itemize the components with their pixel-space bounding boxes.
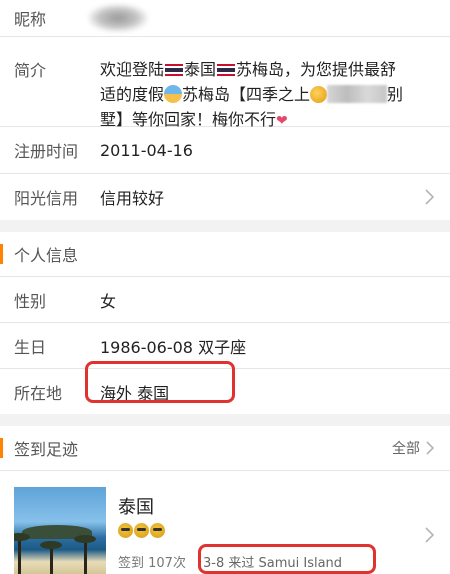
place-thumbnail bbox=[14, 487, 106, 574]
blurred-nickname bbox=[88, 4, 148, 32]
birthday-value: 1986-06-08 双子座 bbox=[100, 337, 247, 357]
accent-bar bbox=[0, 438, 3, 458]
registration-label: 注册时间 bbox=[14, 142, 79, 161]
personal-info-card: 个人信息 性别 女 生日 1986-06-08 双子座 所在地 海外 泰国 bbox=[0, 232, 450, 414]
checkin-card: 签到足迹 全部 泰国 签到 107次 3-8 来过 Samui Island bbox=[0, 426, 450, 574]
intro-text: 欢迎登陆 泰国 苏梅岛，为您提供最舒 适的度假 苏梅岛【四季之上别 墅】等你回家！梅你… bbox=[100, 57, 436, 134]
intro-text-part: 泰国 bbox=[184, 60, 217, 79]
location-row: 所在地 海外 泰国 bbox=[0, 361, 450, 414]
highlight-box bbox=[85, 361, 235, 403]
registration-row: 注册时间 2011-04-16 bbox=[0, 127, 450, 174]
emoji-faces bbox=[118, 523, 165, 538]
thailand-flag-icon bbox=[165, 64, 184, 76]
palm-leaf bbox=[40, 541, 62, 549]
chevron-right-icon bbox=[425, 527, 434, 543]
credit-row[interactable]: 阳光信用 信用较好 bbox=[0, 174, 450, 220]
chevron-right-icon bbox=[426, 441, 434, 455]
nickname-row: 昵称 bbox=[0, 0, 450, 37]
checkin-count: 签到 107次 bbox=[118, 556, 186, 571]
cool-face-icon bbox=[134, 523, 149, 538]
palm-leaf bbox=[74, 535, 96, 543]
checkin-item[interactable]: 泰国 签到 107次 3-8 来过 Samui Island bbox=[0, 471, 450, 574]
section-gap bbox=[0, 220, 450, 232]
view-all-link[interactable]: 全部 bbox=[392, 438, 420, 458]
credit-value: 信用较好 bbox=[100, 189, 165, 208]
cool-face-icon bbox=[150, 523, 165, 538]
intro-text-part: 别 bbox=[387, 85, 404, 104]
beach-ball-icon bbox=[164, 85, 183, 103]
palm-leaf bbox=[14, 533, 30, 541]
checkin-header[interactable]: 签到足迹 全部 bbox=[0, 426, 450, 471]
registration-date: 2011-04-16 bbox=[100, 140, 193, 160]
palm-trunk bbox=[50, 545, 53, 574]
gender-row: 性别 女 bbox=[0, 277, 450, 323]
personal-info-header: 个人信息 bbox=[0, 232, 450, 277]
gender-value: 女 bbox=[100, 291, 117, 311]
palm-trunk bbox=[84, 539, 87, 574]
section-gap bbox=[0, 414, 450, 426]
chevron-right-icon bbox=[425, 189, 434, 205]
accent-bar bbox=[0, 244, 3, 264]
intro-text-part: 苏梅岛，为您提供最舒 bbox=[236, 60, 397, 79]
intro-text-part: 适的度假 bbox=[100, 85, 165, 104]
thailand-flag-icon bbox=[217, 64, 236, 76]
section-title: 个人信息 bbox=[14, 246, 79, 265]
highlight-box bbox=[198, 544, 376, 574]
section-title: 签到足迹 bbox=[14, 440, 79, 459]
birthday-label: 生日 bbox=[14, 337, 47, 357]
gender-label: 性别 bbox=[14, 291, 47, 311]
gold-coin-icon bbox=[310, 86, 328, 103]
credit-label: 阳光信用 bbox=[14, 189, 79, 208]
intro-text-part: 苏梅岛【四季之上 bbox=[182, 85, 311, 104]
mosaic-redaction bbox=[327, 85, 388, 103]
place-name: 泰国 bbox=[118, 497, 154, 518]
profile-card: 昵称 简介 欢迎登陆 泰国 苏梅岛，为您提供最舒 适的度假 苏梅岛【四季之上别 墅】等… bbox=[0, 0, 450, 220]
palm-trunk bbox=[18, 537, 21, 574]
intro-text-part: 欢迎登陆 bbox=[100, 60, 165, 79]
cool-face-icon bbox=[118, 523, 133, 538]
intro-row: 简介 欢迎登陆 泰国 苏梅岛，为您提供最舒 适的度假 苏梅岛【四季之上别 墅】等你回家… bbox=[0, 37, 450, 129]
intro-label: 简介 bbox=[14, 61, 47, 80]
